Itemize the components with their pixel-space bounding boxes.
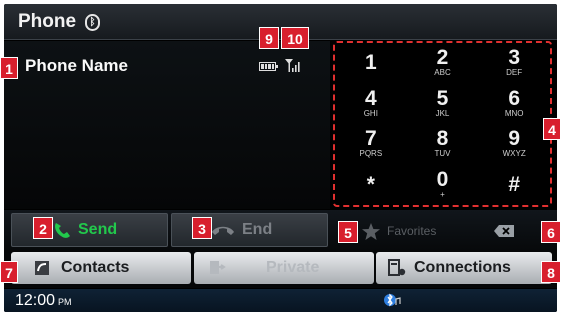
keypad-key[interactable]: 5 JKL (407, 84, 479, 125)
send-label: Send (78, 221, 118, 238)
backspace-icon[interactable] (494, 225, 514, 237)
keypad-key[interactable]: 1 (335, 43, 407, 84)
keypad-key[interactable]: # (478, 165, 550, 206)
end-label: End (242, 221, 273, 238)
key-digit: 7 (364, 127, 377, 151)
keypad-key[interactable]: 7 PQRS (335, 124, 407, 165)
contacts-label: Contacts (61, 259, 130, 276)
callout-badge: 8 (541, 261, 561, 283)
clock: 12:00 PM (15, 292, 72, 310)
key-letters: WXYZ (502, 149, 526, 159)
key-letters: MNO (504, 108, 524, 118)
function-bar: Contacts Private Connections (4, 250, 557, 288)
key-letters: PQRS (359, 149, 383, 159)
clock-ampm: PM (58, 297, 72, 307)
callout-badge: 10 (281, 27, 309, 49)
callout-badge: 1 (0, 57, 18, 79)
keypad-key[interactable]: 0 + (407, 165, 479, 206)
callout-badge: 9 (259, 27, 279, 49)
connections-icon (388, 259, 406, 276)
phone-info-panel: Phone Name (4, 41, 330, 209)
key-digit: 2 (436, 46, 449, 70)
keypad-key[interactable]: 2 ABC (407, 43, 479, 84)
bluetooth-audio-icon (384, 293, 401, 307)
key-digit: # (508, 172, 520, 196)
callout-badge: 3 (192, 217, 212, 239)
call-bar: Send End Favorites (4, 210, 557, 250)
clock-time: 12:00 (15, 292, 56, 309)
key-digit: 0 (436, 167, 449, 191)
battery-icon (259, 62, 278, 71)
key-digit: 4 (364, 86, 377, 110)
callout-badge: 2 (33, 217, 53, 239)
key-digit: 3 (508, 46, 520, 70)
callout-badge: 6 (541, 221, 561, 243)
private-label: Private (266, 259, 320, 276)
connections-button[interactable]: Connections (376, 252, 552, 284)
callout-badge: 4 (543, 118, 561, 140)
phone-name: Phone Name (25, 56, 128, 75)
page-title: Phone (18, 11, 77, 32)
key-digit: 1 (364, 51, 377, 75)
key-digit: * (366, 172, 375, 196)
keypad-key[interactable]: 3 DEF (478, 43, 550, 84)
contacts-icon (35, 261, 49, 275)
key-digit: 8 (436, 127, 449, 151)
bluetooth-icon: ᛒ (85, 14, 100, 31)
key-digit: 6 (508, 86, 520, 110)
status-bar: 12:00 PM (4, 289, 557, 312)
favorites-label: Favorites (387, 224, 437, 238)
dial-keypad: 1 2 ABC 3 DEF 4 GHI 5 JKL 6 MNO 7 PQRS 8 TUV 9 WXYZ * 0 + # (333, 41, 552, 207)
key-letters: TUV (434, 149, 451, 159)
callout-badge: 7 (0, 261, 18, 283)
key-digit: 9 (508, 127, 520, 151)
phone-screen: Phone ᛒ Phone Name 1 2 ABC 3 DEF 4 GHI 5 JKL 6 MNO… (4, 4, 557, 312)
contacts-button[interactable]: Contacts (11, 252, 191, 284)
phone-call-icon (55, 223, 70, 238)
key-letters: JKL (435, 108, 450, 118)
keypad-key[interactable]: 4 GHI (335, 84, 407, 125)
key-letters: + (440, 189, 445, 199)
connections-label: Connections (414, 259, 511, 276)
keypad-key[interactable]: 8 TUV (407, 124, 479, 165)
key-letters: GHI (363, 108, 378, 118)
key-letters: ABC (434, 68, 451, 78)
private-mode-icon (210, 261, 226, 274)
favorites-button[interactable]: Favorites (361, 220, 436, 242)
keypad-key[interactable]: 9 WXYZ (478, 124, 550, 165)
key-digit: 5 (436, 86, 449, 110)
hang-up-icon (212, 226, 234, 235)
signal-icon (285, 59, 300, 72)
key-letters: DEF (506, 68, 523, 78)
callout-badge: 5 (338, 221, 358, 243)
star-icon (362, 222, 380, 240)
private-button[interactable]: Private (194, 252, 374, 284)
keypad-key[interactable]: * (335, 165, 407, 206)
keypad-key[interactable]: 6 MNO (478, 84, 550, 125)
